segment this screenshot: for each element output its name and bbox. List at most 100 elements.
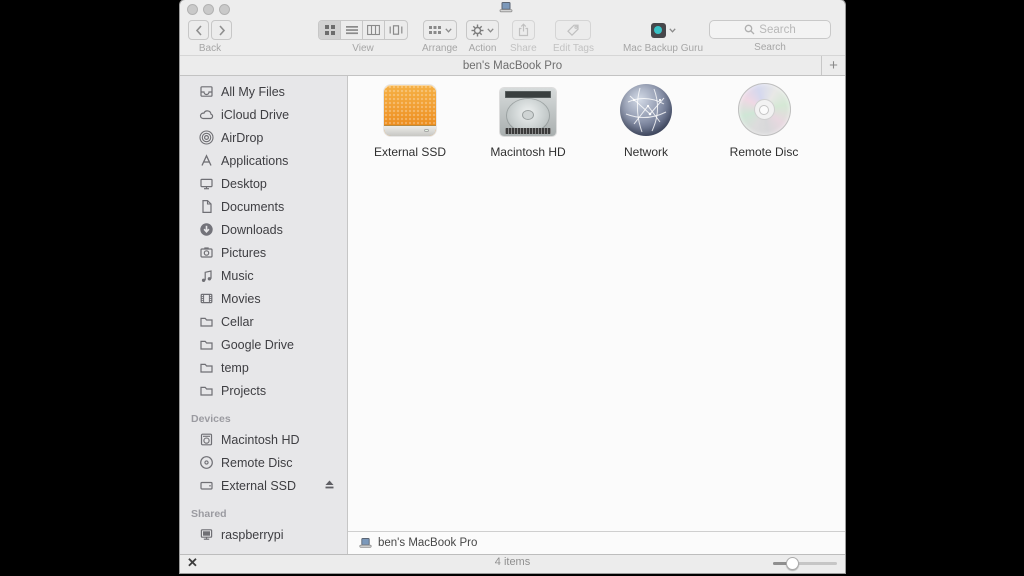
sidebar-item-remote-disc[interactable]: Remote Disc xyxy=(180,451,347,474)
share-icon xyxy=(518,23,528,37)
music-icon xyxy=(201,270,212,282)
tab-title[interactable]: ben's MacBook Pro xyxy=(463,60,562,72)
zoom-window-button[interactable] xyxy=(219,4,230,15)
volume-item-network[interactable]: Network xyxy=(587,83,705,159)
sidebar-item-cellar[interactable]: Cellar xyxy=(180,310,347,333)
search-label: Search xyxy=(754,42,786,53)
icon-size-slider[interactable] xyxy=(773,557,837,570)
column-view-button[interactable] xyxy=(363,21,385,39)
desktop-icon xyxy=(200,178,213,190)
sidebar-item-label: AirDrop xyxy=(221,130,264,145)
applications-icon xyxy=(201,154,212,166)
coverflow-view-button[interactable] xyxy=(385,21,407,39)
sidebar-item-documents[interactable]: Documents xyxy=(180,195,347,218)
sidebar-item-all-my-files[interactable]: All My Files xyxy=(180,80,347,103)
chevron-right-icon xyxy=(218,24,225,36)
sidebar-item-label: Downloads xyxy=(221,222,283,237)
volume-label: Macintosh HD xyxy=(490,145,566,159)
chevron-down-icon xyxy=(668,27,676,33)
sidebar-item-label: Desktop xyxy=(221,176,267,191)
status-bar: ✕ 4 items xyxy=(180,554,845,570)
networked-computer-icon xyxy=(200,529,213,540)
sidebar-item-macintosh-hd[interactable]: Macintosh HD xyxy=(180,428,347,451)
sidebar-item-label: Pictures xyxy=(221,245,267,260)
cd-disc-icon xyxy=(737,83,791,136)
window-content: All My Files iCloud Drive AirDrop Applic… xyxy=(180,76,845,554)
sidebar-item-applications[interactable]: Applications xyxy=(180,149,347,172)
external-drive-icon xyxy=(200,481,213,490)
title-bar[interactable] xyxy=(180,0,845,18)
search-group: Search Search xyxy=(709,20,831,53)
minimize-window-button[interactable] xyxy=(203,4,214,15)
sidebar-item-movies[interactable]: Movies xyxy=(180,287,347,310)
sidebar-item-label: Macintosh HD xyxy=(221,432,300,447)
sidebar-item-temp[interactable]: temp xyxy=(180,356,347,379)
disc-icon xyxy=(200,456,213,469)
sidebar-item-google-drive[interactable]: Google Drive xyxy=(180,333,347,356)
traffic-lights xyxy=(187,4,230,15)
action-label: Action xyxy=(468,43,497,54)
chevron-down-icon xyxy=(445,27,452,33)
sidebar-item-desktop[interactable]: Desktop xyxy=(180,172,347,195)
search-icon xyxy=(744,24,755,35)
column-view-icon xyxy=(367,24,380,36)
chevron-down-icon xyxy=(487,27,494,33)
search-input[interactable]: Search xyxy=(709,20,831,39)
arrange-label: Arrange xyxy=(422,43,458,54)
sidebar-item-label: Remote Disc xyxy=(221,455,293,470)
sidebar-item-external-ssd[interactable]: External SSD xyxy=(180,474,347,497)
eject-icon[interactable] xyxy=(323,478,336,491)
volume-item-external-ssd[interactable]: External SSD xyxy=(351,83,469,159)
slider-knob[interactable] xyxy=(786,557,799,570)
file-browser-area[interactable]: External SSD Macintosh HD Network Remote… xyxy=(348,76,845,531)
sidebar-item-pictures[interactable]: Pictures xyxy=(180,241,347,264)
folder-icon xyxy=(200,317,213,327)
mac-backup-guru-button[interactable] xyxy=(647,20,680,40)
share-group: Share xyxy=(510,20,537,54)
internal-drive-icon xyxy=(200,433,213,446)
sidebar-item-label: raspberrypi xyxy=(221,527,284,542)
downloads-icon xyxy=(200,223,213,236)
list-view-button[interactable] xyxy=(341,21,363,39)
path-location: ben's MacBook Pro xyxy=(378,537,478,549)
icloud-icon xyxy=(199,110,214,120)
back-button[interactable] xyxy=(188,20,209,40)
volume-item-remote-disc[interactable]: Remote Disc xyxy=(705,83,823,159)
action-group: Action xyxy=(466,20,499,54)
edit-tags-label: Edit Tags xyxy=(553,43,594,54)
arrange-button[interactable] xyxy=(422,20,457,40)
list-view-icon xyxy=(345,26,358,35)
close-window-button[interactable] xyxy=(187,4,198,15)
share-label: Share xyxy=(510,43,537,54)
finder-window: Back View Arrange Action Share Edit Tags… xyxy=(180,0,845,573)
forward-button[interactable] xyxy=(211,20,232,40)
sidebar-item-projects[interactable]: Projects xyxy=(180,379,347,402)
sidebar-item-label: All My Files xyxy=(221,84,285,99)
new-tab-button[interactable]: + xyxy=(821,56,845,75)
tab-bar: ben's MacBook Pro + xyxy=(180,55,845,76)
folder-icon xyxy=(200,340,213,350)
gear-icon xyxy=(471,24,484,36)
edit-tags-group: Edit Tags xyxy=(553,20,594,54)
sidebar-item-label: External SSD xyxy=(221,478,297,493)
sidebar-item-downloads[interactable]: Downloads xyxy=(180,218,347,241)
path-bar[interactable]: ben's MacBook Pro xyxy=(348,531,845,554)
sidebar-item-raspberrypi[interactable]: raspberrypi xyxy=(180,523,347,546)
volume-item-macintosh-hd[interactable]: Macintosh HD xyxy=(469,83,587,159)
sidebar-item-airdrop[interactable]: AirDrop xyxy=(180,126,347,149)
sidebar-item-music[interactable]: Music xyxy=(180,264,347,287)
sidebar-item-icloud-drive[interactable]: iCloud Drive xyxy=(180,103,347,126)
sidebar-item-label: iCloud Drive xyxy=(221,107,290,122)
pictures-icon xyxy=(200,247,213,258)
volume-grid: External SSD Macintosh HD Network Remote… xyxy=(351,83,823,159)
sidebar-section-devices: Devices xyxy=(191,413,231,425)
volume-label: Network xyxy=(623,145,668,159)
movies-icon xyxy=(200,293,213,304)
share-button[interactable] xyxy=(511,20,535,40)
edit-tags-button[interactable] xyxy=(555,20,592,40)
action-button[interactable] xyxy=(466,20,499,40)
laptop-icon xyxy=(359,537,372,549)
mac-backup-guru-label: Mac Backup Guru xyxy=(622,43,704,54)
backup-group: Mac Backup Guru xyxy=(617,20,709,54)
icon-view-button[interactable] xyxy=(319,21,341,39)
